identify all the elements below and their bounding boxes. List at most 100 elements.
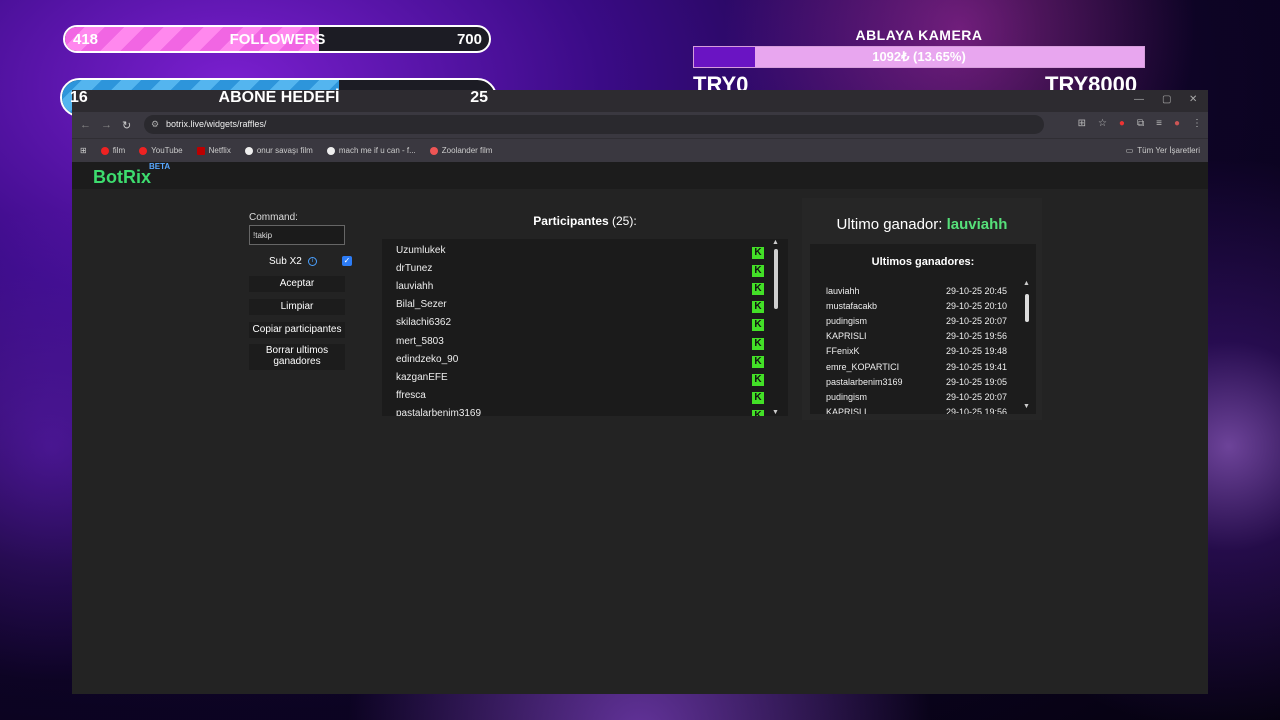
participant-row: Bilal_Sezer K bbox=[396, 299, 766, 317]
winner-date: 29-10-25 19:48 bbox=[946, 346, 1008, 357]
kick-icon: K bbox=[752, 337, 764, 350]
bookmark-item[interactable]: Netflix bbox=[196, 146, 231, 155]
forward-icon[interactable]: → bbox=[101, 119, 112, 131]
winner-date: 29-10-25 19:56 bbox=[946, 406, 1008, 414]
all-bookmarks[interactable]: ▭ Tüm Yer İşaretleri bbox=[1126, 146, 1200, 155]
winner-panel: Ultimo ganador: lauviahh Ultimos ganador… bbox=[802, 198, 1042, 420]
participants-title: Participantes (25): bbox=[382, 214, 788, 228]
participant-name: Uzumlukek bbox=[396, 245, 446, 256]
site-info-icon[interactable]: ⚙ bbox=[151, 115, 159, 134]
scroll-up-icon[interactable]: ▲ bbox=[772, 239, 779, 246]
winner-row: KAPRISLI 29-10-25 19:56 bbox=[826, 331, 1016, 341]
bookmark-item[interactable]: Zoolander film bbox=[429, 146, 492, 155]
participant-row: pastalarbenim3169 K bbox=[396, 408, 766, 416]
winner-name: pastalarbenim3169 bbox=[826, 376, 903, 387]
extensions-icon[interactable]: ⧉ bbox=[1137, 118, 1144, 129]
kick-icon: K bbox=[752, 373, 764, 386]
winner-row: lauviahh 29-10-25 20:45 bbox=[826, 286, 1016, 296]
winner-name: KAPRISLI bbox=[826, 406, 867, 414]
profile-avatar-icon[interactable]: ● bbox=[1174, 118, 1180, 129]
winner-date: 29-10-25 20:10 bbox=[946, 301, 1008, 312]
address-url: botrix.live/widgets/raffles/ bbox=[166, 119, 267, 129]
camera-goal-bar: 1092₺ (13.65%) bbox=[693, 46, 1145, 68]
participant-name: pastalarbenim3169 bbox=[396, 407, 482, 416]
command-input[interactable] bbox=[249, 225, 345, 245]
scroll-down-icon[interactable]: ▼ bbox=[1023, 403, 1030, 410]
scrollbar-thumb[interactable] bbox=[774, 249, 778, 309]
winner-name: pudingism bbox=[826, 391, 868, 402]
last-winner-label: Ultimo ganador: bbox=[836, 216, 943, 233]
bookmark-label: Netflix bbox=[208, 146, 231, 155]
participants-scrollbar[interactable]: ▲ ▼ bbox=[772, 239, 779, 416]
clear-last-winners-button[interactable]: Borrar ultimos ganadores bbox=[249, 344, 345, 370]
last-winners-list[interactable]: Ultimos ganadores: ▲ ▼ lauviahh 29-10-25 … bbox=[810, 244, 1036, 414]
subscriber-goal: 25 bbox=[470, 88, 488, 106]
winner-name: lauviahh bbox=[826, 286, 860, 296]
minimize-icon[interactable]: — bbox=[1134, 94, 1144, 105]
camera-goal-title: ABLAYA KAMERA bbox=[855, 27, 983, 43]
subscriber-current: 16 bbox=[70, 88, 88, 106]
participants-count: (25): bbox=[612, 214, 637, 228]
participant-row: drTunez K bbox=[396, 263, 766, 281]
kick-icon: K bbox=[752, 391, 764, 404]
bookmark-item[interactable]: film bbox=[100, 146, 125, 155]
participant-row: Uzumlukek K bbox=[396, 245, 766, 263]
menu-icon[interactable]: ⋮ bbox=[1192, 118, 1202, 129]
participant-row: skilachi6362 K bbox=[396, 317, 766, 335]
winner-name: pudingism bbox=[826, 316, 868, 327]
extension-record-icon[interactable]: ● bbox=[1119, 118, 1125, 129]
folder-icon: ▭ bbox=[1125, 146, 1134, 155]
winners-scrollbar[interactable]: ▲ ▼ bbox=[1023, 280, 1030, 410]
bookmark-item[interactable]: mach me if u can - f... bbox=[326, 146, 416, 155]
all-bookmarks-label: Tüm Yer İşaretleri bbox=[1137, 146, 1200, 155]
kick-icon: K bbox=[752, 355, 764, 368]
copy-participants-button[interactable]: Copiar participantes bbox=[249, 322, 345, 338]
followers-goal-bar: 418 FOLLOWERS 700 bbox=[63, 25, 491, 53]
back-icon[interactable]: ← bbox=[80, 119, 91, 131]
close-icon[interactable]: ✕ bbox=[1189, 94, 1197, 105]
youtube-icon bbox=[100, 146, 109, 155]
maximize-icon[interactable]: ▢ bbox=[1162, 94, 1171, 105]
winner-name: FFenixK bbox=[826, 346, 860, 357]
participant-name: edindzeko_90 bbox=[396, 353, 459, 365]
address-bar[interactable]: ⚙ botrix.live/widgets/raffles/ bbox=[144, 115, 1044, 134]
translate-icon[interactable]: ⊞ bbox=[1078, 118, 1086, 129]
botrix-logo[interactable]: BotRixBETA bbox=[93, 162, 172, 188]
winner-name: emre_KOPARTICI bbox=[826, 361, 900, 372]
scroll-down-icon[interactable]: ▼ bbox=[772, 409, 779, 416]
star-icon[interactable]: ☆ bbox=[1098, 118, 1107, 129]
winner-row: emre_KOPARTICI 29-10-25 19:41 bbox=[826, 362, 1016, 372]
raffle-page: BotRixBETA Command: Sub X2 i ✓ Aceptar L… bbox=[72, 162, 1208, 694]
bookmark-item[interactable]: onur savaşı film bbox=[244, 146, 313, 155]
apps-grid-icon[interactable]: ⊞ bbox=[80, 146, 87, 155]
brand-tag: BETA bbox=[149, 162, 171, 171]
participant-name: drTunez bbox=[396, 263, 433, 275]
scrollbar-thumb[interactable] bbox=[1025, 294, 1029, 322]
participants-title-text: Participantes bbox=[533, 214, 609, 228]
info-icon[interactable]: i bbox=[308, 257, 317, 266]
participant-row: lauviahh K bbox=[396, 281, 766, 299]
followers-label: FOLLOWERS bbox=[229, 30, 326, 48]
bookmark-item[interactable]: YouTube bbox=[139, 146, 183, 155]
participant-name: Bilal_Sezer bbox=[396, 299, 447, 311]
camera-goal-amount: 1092₺ (13.65%) bbox=[872, 49, 966, 64]
browser-window: — ▢ ✕ ← → ↻ ⚙ botrix.live/widgets/raffle… bbox=[72, 90, 1208, 694]
accept-button[interactable]: Aceptar bbox=[249, 276, 345, 292]
brand-name: BotRix bbox=[93, 167, 151, 187]
kick-icon: K bbox=[752, 319, 764, 332]
participants-list[interactable]: ▲ ▼ Uzumlukek KdrTunez Klauviahh K Bilal_Sez… bbox=[382, 239, 788, 416]
kick-icon: K bbox=[752, 301, 764, 314]
scroll-up-icon[interactable]: ▲ bbox=[1023, 280, 1030, 287]
media-icon[interactable]: ≡ bbox=[1156, 118, 1162, 129]
sub-x2-label: Sub X2 bbox=[269, 256, 302, 267]
toolbar-icons: ⊞ ☆ ● ⧉ ≡ ● ⋮ bbox=[1078, 118, 1202, 129]
participant-name: lauviahh bbox=[396, 281, 434, 293]
winner-name: mustafacakb bbox=[826, 301, 878, 312]
winner-row: pudingism 29-10-25 20:07 bbox=[826, 316, 1016, 326]
clear-button[interactable]: Limpiar bbox=[249, 299, 345, 315]
film-site-icon bbox=[429, 146, 438, 155]
subscriber-label: ABONE HEDEFİ bbox=[218, 88, 340, 106]
reload-icon[interactable]: ↻ bbox=[122, 119, 131, 132]
bookmark-label: onur savaşı film bbox=[256, 146, 313, 155]
sub-x2-checkbox[interactable]: ✓ bbox=[342, 256, 352, 266]
